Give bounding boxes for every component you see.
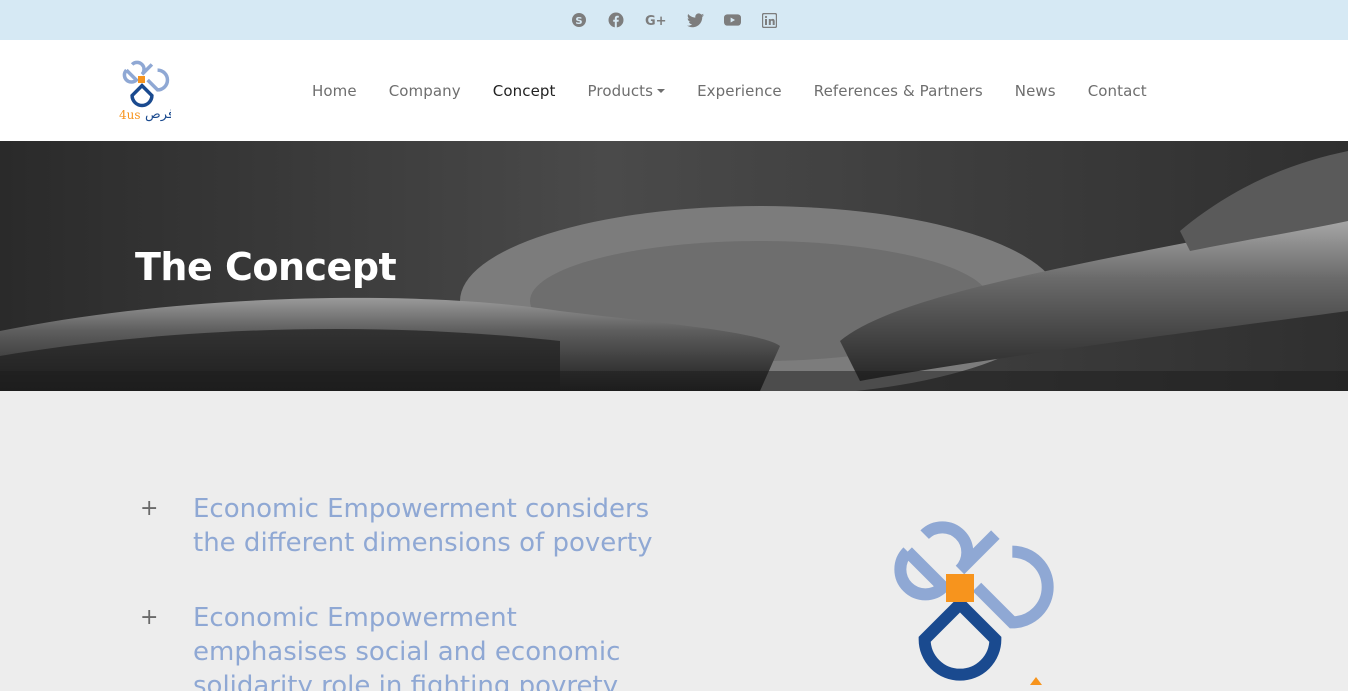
social-bar: S G+ — [0, 0, 1348, 40]
list-item[interactable]: + Economic Empowerment considers the dif… — [140, 492, 660, 560]
list-item-text: Economic Empowerment emphasises social a… — [193, 603, 621, 691]
list-item[interactable]: + Economic Empowerment emphasises social… — [140, 601, 660, 691]
nav-item-news[interactable]: News — [999, 82, 1072, 100]
svg-text:S: S — [575, 16, 582, 27]
page-title: The Concept — [135, 245, 397, 289]
google-plus-icon[interactable]: G+ — [645, 12, 667, 29]
brand-logo[interactable]: 4us فرص — [115, 56, 174, 124]
youtube-icon[interactable] — [723, 12, 741, 29]
concept-content: + Economic Empowerment considers the dif… — [0, 391, 1348, 691]
logo-text-latin: 4us — [119, 108, 141, 122]
nav-item-contact[interactable]: Contact — [1072, 82, 1163, 100]
caret-down-icon — [657, 88, 666, 93]
skype-icon[interactable]: S — [571, 12, 588, 29]
facebook-icon[interactable] — [608, 12, 625, 29]
plus-icon[interactable]: + — [140, 601, 193, 691]
nav-item-company[interactable]: Company — [373, 82, 477, 100]
nav-item-experience[interactable]: Experience — [681, 82, 798, 100]
nav-item-home[interactable]: Home — [296, 82, 373, 100]
nav-item-references-partners[interactable]: References & Partners — [798, 82, 999, 100]
brand-logo-large — [858, 489, 1068, 691]
main-navbar: 4us فرص Home Company Concept Products Ex… — [0, 40, 1348, 141]
hero-banner: The Concept — [0, 141, 1348, 391]
nav-item-products-label: Products — [587, 81, 654, 100]
twitter-icon[interactable] — [686, 12, 704, 29]
nav-item-products[interactable]: Products — [572, 82, 682, 100]
linkedin-icon[interactable] — [761, 12, 778, 29]
logo-text-arabic: فرص — [145, 107, 171, 122]
plus-icon[interactable]: + — [140, 492, 193, 560]
nav-menu: Home Company Concept Products Experience… — [296, 40, 1163, 141]
nav-item-concept[interactable]: Concept — [477, 82, 572, 100]
svg-text:G+: G+ — [645, 14, 667, 28]
list-item-text: Economic Empowerment considers the diffe… — [193, 494, 653, 558]
